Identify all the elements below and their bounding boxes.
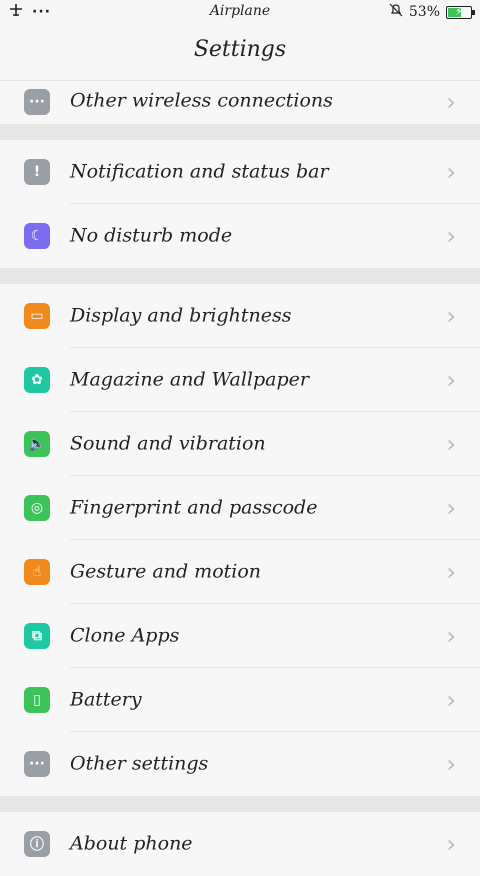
battery-icon: ⚡ (446, 5, 475, 19)
settings-item-magazine-and-wallpaper[interactable]: ✿ Magazine and Wallpaper › (0, 348, 480, 412)
battery-percent: 53% (408, 4, 440, 20)
settings-item-other-settings[interactable]: ··· Other settings › (0, 732, 480, 796)
settings-item-display-and-brightness[interactable]: ▭ Display and brightness › (0, 284, 480, 348)
chevron-right-icon: › (446, 622, 456, 650)
settings-item-no-disturb-mode[interactable]: ☾ No disturb mode › (0, 204, 480, 268)
settings-item-label: Clone Apps (70, 624, 180, 647)
speaker-icon: 🔈 (24, 431, 50, 457)
settings-item-label: Magazine and Wallpaper (70, 368, 309, 391)
chevron-right-icon: › (446, 830, 456, 858)
exclamation-icon: ! (24, 159, 50, 185)
chevron-right-icon: › (446, 158, 456, 186)
settings-item-label: Notification and status bar (70, 160, 329, 183)
section-gap (0, 124, 480, 140)
chevron-right-icon: › (446, 222, 456, 250)
chevron-right-icon: › (446, 302, 456, 330)
settings-item-label: Display and brightness (70, 304, 292, 327)
settings-item-other-wireless-connections[interactable]: ··· Other wireless connections › (0, 81, 480, 124)
hand-icon: ☝ (24, 559, 50, 585)
settings-item-label: Gesture and motion (70, 560, 262, 583)
settings-item-label: Sound and vibration (70, 432, 266, 455)
chevron-right-icon: › (446, 494, 456, 522)
settings-item-label: Other wireless connections (70, 89, 333, 112)
chevron-right-icon: › (446, 750, 456, 778)
chevron-right-icon: › (446, 366, 456, 394)
fingerprint-icon: ◎ (24, 495, 50, 521)
settings-item-sound-and-vibration[interactable]: 🔈 Sound and vibration › (0, 412, 480, 476)
battery-icon: ▯ (24, 687, 50, 713)
bell-muted-icon (389, 3, 403, 21)
moon-icon: ☾ (24, 223, 50, 249)
clone-icon: ⧉ (24, 623, 50, 649)
chevron-right-icon: › (446, 88, 456, 116)
status-right: 53% ⚡ (389, 3, 475, 21)
info-icon: ⓘ (24, 831, 50, 857)
section-gap (0, 796, 480, 812)
chevron-right-icon: › (446, 686, 456, 714)
settings-item-label: No disturb mode (70, 224, 233, 247)
settings-item-clone-apps[interactable]: ⧉ Clone Apps › (0, 604, 480, 668)
chevron-right-icon: › (446, 558, 456, 586)
settings-item-label: Fingerprint and passcode (70, 496, 318, 519)
settings-item-notification-and-status-bar[interactable]: ! Notification and status bar › (0, 140, 480, 204)
settings-item-gesture-and-motion[interactable]: ☝ Gesture and motion › (0, 540, 480, 604)
more-dots-icon: ··· (24, 751, 50, 777)
more-dots-icon: ··· (24, 89, 50, 115)
settings-item-about-phone[interactable]: ⓘ About phone › (0, 812, 480, 876)
settings-item-label: Other settings (70, 752, 209, 775)
status-bar: ··· Airplane 53% ⚡ (0, 0, 480, 24)
settings-item-label: About phone (70, 832, 193, 855)
pinwheel-icon: ✿ (24, 367, 50, 393)
settings-list: ··· Other wireless connections ›! Notificat… (0, 81, 480, 876)
page-title: Settings (0, 24, 480, 81)
monitor-icon: ▭ (24, 303, 50, 329)
chevron-right-icon: › (446, 430, 456, 458)
settings-item-fingerprint-and-passcode[interactable]: ◎ Fingerprint and passcode › (0, 476, 480, 540)
section-gap (0, 268, 480, 284)
settings-item-battery[interactable]: ▯ Battery › (0, 668, 480, 732)
settings-item-label: Battery (70, 688, 142, 711)
